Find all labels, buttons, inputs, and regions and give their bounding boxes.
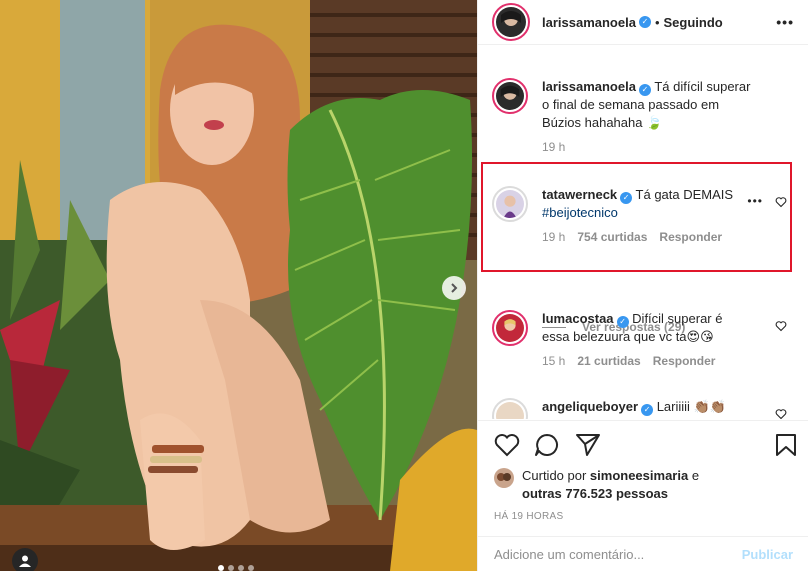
carousel-dot — [218, 565, 224, 571]
more-options-icon[interactable]: ••• — [776, 14, 794, 30]
verified-badge-icon: ✓ — [616, 316, 629, 328]
like-comment-button[interactable] — [775, 408, 787, 419]
post-image — [0, 0, 477, 571]
comment-hashtag[interactable]: #beijotecnico — [542, 205, 618, 220]
follow-status-button[interactable]: Seguindo — [664, 15, 723, 30]
chevron-right-icon — [451, 283, 458, 293]
comment-bubble-icon — [535, 434, 558, 456]
comment-username[interactable]: larissamanoela — [542, 79, 636, 94]
comment-item: tatawerneck ✓ Tá gata DEMAIS #beijotecnic… — [492, 186, 797, 246]
like-comment-button[interactable] — [775, 196, 787, 211]
bookmark-icon — [776, 434, 796, 456]
heart-icon — [494, 434, 520, 457]
carousel-dot — [248, 565, 254, 571]
likes-summary: Curtido por simoneesimaria e outras 776.… — [494, 467, 699, 503]
commenter-avatar[interactable] — [492, 310, 528, 346]
commenter-avatar[interactable] — [492, 398, 528, 419]
verified-badge-icon: ✓ — [641, 404, 654, 416]
comment-time[interactable]: 19 h — [542, 138, 565, 156]
caption: larissamanoela ✓ Tá difícil superar o fin… — [492, 78, 797, 156]
verified-badge-icon: ✓ — [638, 16, 651, 28]
comment-item: lumacostaa ✓ Difícil superar é essa belez… — [492, 310, 797, 370]
carousel-indicator — [218, 565, 254, 571]
heart-icon — [775, 197, 787, 208]
action-bar — [478, 421, 808, 469]
post-panel: larissamanoela ✓ • Seguindo ••• larissam… — [477, 0, 808, 571]
comment-username[interactable]: tatawerneck — [542, 187, 617, 202]
liked-by-prefix: Curtido por — [522, 468, 590, 483]
next-slide-button[interactable] — [442, 276, 466, 300]
post-timestamp[interactable]: HÁ 19 HORAS — [494, 511, 563, 522]
send-icon — [576, 434, 600, 456]
comment-time[interactable]: 19 h — [542, 228, 565, 246]
heart-icon — [775, 409, 787, 419]
comment-likes[interactable]: 21 curtidas — [577, 352, 640, 370]
separator: • — [654, 14, 660, 30]
user-tag-button[interactable] — [12, 548, 38, 571]
author-avatar[interactable] — [492, 3, 530, 41]
add-comment-bar: Publicar — [478, 536, 808, 571]
comment-options-icon[interactable]: ••• — [747, 194, 763, 208]
liker-avatar[interactable] — [494, 468, 514, 488]
verified-badge-icon: ✓ — [620, 192, 633, 204]
comment-text: Lariiiii 👏🏽👏🏽 — [656, 399, 726, 414]
like-button[interactable] — [494, 433, 520, 460]
comment-input[interactable] — [494, 547, 742, 562]
comment-button[interactable] — [534, 433, 560, 460]
user-icon — [19, 555, 31, 567]
publish-button[interactable]: Publicar — [742, 547, 793, 562]
liked-by-user[interactable]: simoneesimaria — [590, 468, 688, 483]
liked-by-middle: e — [688, 468, 700, 483]
reply-button[interactable]: Responder — [659, 228, 722, 246]
carousel-dot — [228, 565, 234, 571]
post-actions: Curtido por simoneesimaria e outras 776.… — [478, 420, 808, 571]
author-username[interactable]: larissamanoela — [542, 15, 636, 30]
commenter-avatar[interactable] — [492, 186, 528, 222]
comment-likes[interactable]: 754 curtidas — [577, 228, 647, 246]
comment-item: angeliqueboyer ✓ Lariiiii 👏🏽👏🏽 — [492, 398, 797, 419]
comments-list: larissamanoela ✓ Tá difícil superar o fin… — [478, 46, 808, 419]
post-header: larissamanoela ✓ • Seguindo ••• — [478, 0, 808, 45]
share-button[interactable] — [575, 433, 601, 460]
comment-text: Tá gata DEMAIS — [635, 187, 734, 202]
carousel-dot — [238, 565, 244, 571]
post-photo — [0, 0, 477, 571]
comment-username[interactable]: lumacostaa — [542, 311, 614, 326]
like-comment-button[interactable] — [775, 320, 787, 335]
verified-badge-icon: ✓ — [638, 84, 651, 96]
heart-icon — [775, 321, 787, 332]
comment-username[interactable]: angeliqueboyer — [542, 399, 638, 414]
reply-button[interactable]: Responder — [653, 352, 716, 370]
commenter-avatar[interactable] — [492, 78, 528, 114]
save-button[interactable] — [775, 433, 797, 460]
liked-by-others[interactable]: outras 776.523 pessoas — [522, 486, 668, 501]
comment-time[interactable]: 15 h — [542, 352, 565, 370]
